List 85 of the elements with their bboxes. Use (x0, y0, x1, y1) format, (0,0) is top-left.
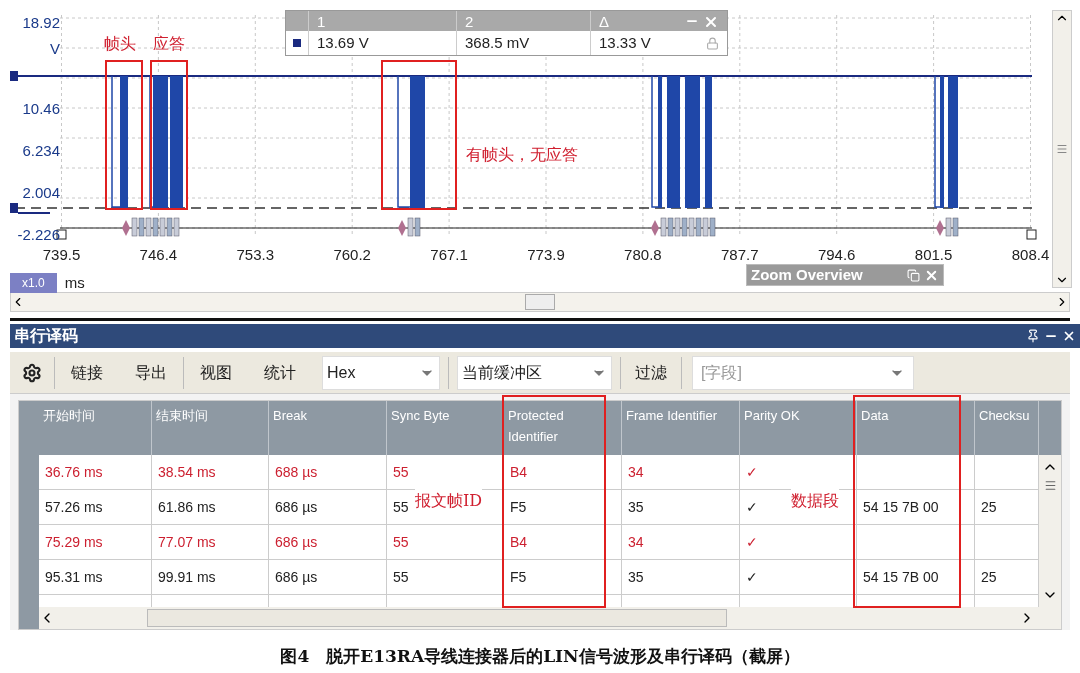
column-header: 1 (317, 12, 326, 32)
table-cell-text: 95.31 ms (45, 567, 103, 587)
scroll-thumb-icon[interactable] (1056, 143, 1068, 155)
table-cell-text: ✓ (746, 462, 758, 482)
scroll-thumb-icon[interactable] (1043, 479, 1057, 492)
axis-label: -2.226 (16, 225, 60, 245)
close-icon[interactable] (1062, 329, 1076, 343)
axis-label: 767.1 (430, 245, 468, 265)
table-cell-text: B4 (510, 462, 528, 482)
unit-label: ms (64, 273, 85, 293)
table-cell-text: F5 (510, 567, 527, 587)
table-cell-text: 99.91 ms (158, 567, 216, 587)
restore-icon[interactable] (907, 268, 920, 282)
table-cell-text: B4 (510, 532, 528, 552)
table-cell-text: 57.26 ms (45, 497, 103, 517)
vertical-scrollbar[interactable] (1039, 455, 1061, 607)
buffer-dropdown[interactable]: 当前缓冲区 (457, 355, 612, 390)
table-cell-text: 38.54 ms (158, 462, 216, 482)
annotation-label: 帧头 (104, 33, 136, 55)
table-cell-text: ✓ (746, 567, 758, 587)
scroll-thumb[interactable] (147, 609, 727, 627)
zoom-factor-badge: x1.0 (10, 273, 57, 294)
format-dropdown[interactable]: Hex (322, 355, 440, 390)
field-dropdown[interactable]: [字段] (692, 355, 914, 390)
table-cell-text: 54 15 7B 00 (863, 567, 939, 587)
axis-label: 780.8 (624, 245, 662, 265)
toolbar-button[interactable]: 统计 (248, 354, 312, 391)
table-cell-text: 25 (981, 567, 997, 587)
column-header: 2 (465, 12, 474, 32)
toolbar-button[interactable]: 视图 (184, 354, 248, 391)
measurement-value: 13.69 V (317, 32, 369, 53)
measurement-value: 13.33 V (599, 32, 651, 53)
table-cell-text: 35 (628, 497, 644, 517)
axis-label: 753.3 (236, 245, 275, 265)
axis-label: 746.4 (139, 245, 178, 265)
table-cell-text: 686 µs (275, 497, 318, 517)
table-cell-text: 25 (981, 497, 997, 517)
axis-label: 801.5 (914, 245, 953, 265)
table-cell-text: 34 (628, 462, 644, 482)
axis-label: 794.6 (817, 245, 856, 265)
axis-label: 787.7 (721, 245, 759, 265)
table-cell-text: 55 (393, 497, 409, 517)
scroll-thumb[interactable] (525, 294, 555, 310)
channel-swatch-icon (293, 39, 301, 47)
table-cell-text: 686 µs (275, 567, 318, 587)
table-cell-text: 688 µs (275, 462, 318, 482)
axis-label: 6.234 (21, 141, 60, 161)
toolbar-button[interactable]: 链接 (55, 354, 119, 391)
table-cell-text: 55 (393, 462, 409, 482)
table-cell-text: ✓ (746, 497, 758, 517)
annotation-label: 有帧头，无应答 (466, 144, 578, 166)
axis-label: V (49, 39, 60, 59)
table-cell-text: 61.86 ms (158, 497, 216, 517)
table-cell-text: 55 (393, 567, 409, 587)
axis-label: 2.004 (21, 183, 60, 203)
axis-label: 773.9 (527, 245, 565, 265)
axis-label: 18.92 (21, 13, 60, 33)
pin-icon[interactable] (1026, 329, 1040, 343)
table-cell-text: 36.76 ms (45, 462, 103, 482)
panel-title: Zoom Overview (751, 264, 863, 285)
table-cell-text: 54 15 7B 00 (863, 497, 939, 517)
measurement-value: 368.5 mV (465, 32, 530, 53)
annotation-label: 应答 (153, 33, 185, 55)
horizontal-scrollbar[interactable] (39, 607, 1061, 629)
table-cell-text: 686 µs (275, 532, 318, 552)
zoom-overview-panel[interactable]: Zoom Overview (746, 264, 944, 286)
axis-label: 808.4 (1011, 245, 1050, 265)
filter-button[interactable]: 过滤 (621, 354, 681, 391)
toolbar-button[interactable]: 导出 (119, 354, 183, 391)
figure-caption: 图4 脱开E13RA导线连接器后的LIN信号波形及串行译码（截屏） (280, 645, 800, 668)
horizontal-scrollbar[interactable] (10, 292, 1070, 312)
table-cell-text: ✓ (746, 532, 758, 552)
table-cell-text: F5 (510, 497, 527, 517)
table-cell-text: 55 (393, 532, 409, 552)
column-header: Δ (599, 12, 610, 32)
panel-title: 串行译码 (14, 326, 78, 346)
table-cell-text: 77.07 ms (158, 532, 216, 552)
field-dropdown[interactable]: [字段] (701, 360, 871, 385)
axis-label: 739.5 (42, 245, 81, 265)
table-cell-text: 35 (628, 567, 644, 587)
table-cell-text: 75.29 ms (45, 532, 103, 552)
table-cell-text: 34 (628, 532, 644, 552)
axis-label: 760.2 (333, 245, 371, 265)
vertical-scrollbar[interactable] (1052, 10, 1072, 288)
axis-label: 10.46 (21, 99, 60, 119)
